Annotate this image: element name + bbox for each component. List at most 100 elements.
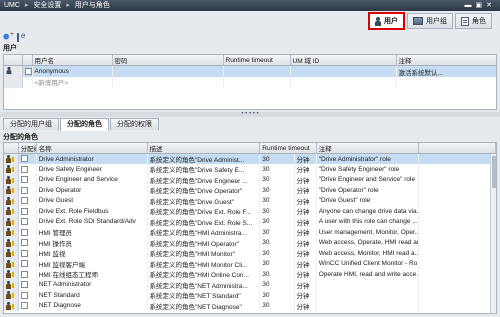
table-row[interactable]: HMI 监视 系统定义的角色"HMI Monitor" 30 分钟 Web access… [4, 248, 496, 259]
role-timeout-value-cell[interactable]: 30 [259, 237, 295, 248]
window-controls[interactable]: ▬▣✕ [465, 0, 496, 11]
tab-assigned-groups[interactable]: 分配的用户组 [3, 118, 59, 130]
role-description-cell[interactable]: 系统定义的角色"Drive Administ... [147, 153, 261, 164]
role-comment-cell[interactable]: "Drive Administrator" role [316, 153, 420, 164]
role-timeout-unit-cell[interactable]: 分钟 [294, 248, 317, 259]
checkbox[interactable] [20, 239, 28, 247]
table-row[interactable]: NET Administrator 系统定义的角色"NET Administra.… [4, 279, 496, 290]
table-row[interactable]: NET Diagnose 系统定义的角色"NET Diagnose" 30 分钟 [4, 300, 496, 311]
role-timeout-unit-cell[interactable]: 分钟 [294, 279, 317, 290]
role-name-cell[interactable]: HMI 监视客户端 [36, 258, 148, 269]
role-timeout-value-cell[interactable]: 30 [259, 195, 295, 206]
user-um-cell[interactable] [290, 65, 397, 77]
roles-scrollbar[interactable] [490, 154, 496, 313]
tab-roles[interactable]: 角色 [455, 13, 492, 29]
users-col-password[interactable]: 密码 [112, 55, 224, 66]
role-timeout-unit-cell[interactable]: 分钟 [294, 269, 317, 280]
role-comment-cell[interactable]: User management, Monitor, Oper... [316, 227, 420, 238]
role-assign-checkbox-cell[interactable] [18, 300, 37, 311]
checkbox[interactable] [20, 207, 28, 215]
user-timeout-cell[interactable] [223, 65, 291, 77]
role-description-cell[interactable]: 系统定义的角色"HMI Monitor" [147, 248, 261, 259]
role-assign-checkbox-cell[interactable] [18, 248, 37, 259]
role-timeout-value-cell[interactable]: 30 [259, 227, 295, 238]
table-row[interactable]: Anonymous 激活系统默认... [4, 65, 496, 77]
role-assign-checkbox-cell[interactable] [18, 269, 37, 280]
roles-col-timeout[interactable]: Runtime timeout [259, 143, 317, 154]
table-row[interactable]: <新增用户> [4, 77, 496, 88]
role-name-cell[interactable]: HMI 在线组态工程师 [36, 269, 148, 280]
add-new-user-cell[interactable]: <新增用户> [32, 77, 113, 88]
checkbox[interactable] [20, 155, 28, 163]
tab-user-groups[interactable]: 用户组 [407, 13, 453, 29]
role-description-cell[interactable]: 系统定义的角色"HMI Operator" [147, 237, 261, 248]
role-comment-cell[interactable]: WinCC Unified Client Monitor - Ro... [316, 258, 420, 269]
role-assign-checkbox-cell[interactable] [18, 153, 37, 164]
role-timeout-value-cell[interactable]: 30 [259, 185, 295, 196]
role-comment-cell[interactable]: "Drive Guest" role [316, 195, 420, 206]
roles-col-assigned[interactable]: 分配给 [18, 143, 37, 154]
role-comment-cell[interactable]: Anyone can change drive data via... [316, 206, 420, 217]
role-description-cell[interactable]: 系统定义的角色"NET Administra... [147, 279, 261, 290]
role-name-cell[interactable]: NET Diagnose [36, 300, 148, 311]
checkbox[interactable] [20, 186, 28, 194]
role-timeout-unit-cell[interactable]: 分钟 [294, 174, 317, 185]
user-row-checkbox[interactable] [22, 65, 33, 77]
role-name-cell[interactable]: NET Standard [36, 290, 148, 301]
role-comment-cell[interactable]: Web access, Operate, HMI read an... [316, 237, 420, 248]
role-assign-checkbox-cell[interactable] [18, 174, 37, 185]
role-timeout-value-cell[interactable]: 30 [259, 258, 295, 269]
role-description-cell[interactable]: 系统定义的角色"HMI Monitor Cli... [147, 258, 261, 269]
role-description-cell[interactable]: 系统定义的角色"Drive Safety E... [147, 164, 261, 175]
checkbox[interactable] [20, 228, 28, 236]
checkbox[interactable] [20, 218, 28, 226]
checkbox[interactable] [20, 302, 28, 310]
role-timeout-unit-cell[interactable]: 分钟 [294, 290, 317, 301]
table-row[interactable]: Drive Engineer and Service 系统定义的角色"Drive … [4, 174, 496, 185]
table-row[interactable]: NET Standard 系统定义的角色"NET Standard" 30 分钟 [4, 290, 496, 301]
role-comment-cell[interactable]: Web access, Monitor, HMI read a... [316, 248, 420, 259]
role-comment-cell[interactable] [316, 300, 420, 311]
table-row[interactable]: Drive Operator 系统定义的角色"Drive Operator" 30 分… [4, 185, 496, 196]
checkbox[interactable] [24, 67, 31, 75]
role-timeout-value-cell[interactable]: 30 [259, 216, 295, 227]
role-description-cell[interactable]: 系统定义的角色"Drive Guest" [147, 195, 261, 206]
role-timeout-value-cell[interactable]: 30 [259, 290, 295, 301]
role-description-cell[interactable]: 系统定义的角色"Drive Ext. Role F... [147, 206, 261, 217]
role-name-cell[interactable]: HMI 操作员 [36, 237, 148, 248]
role-name-cell[interactable]: Drive Ext. Role Fieldbus [36, 206, 148, 217]
role-name-cell[interactable]: HMI 监视 [36, 248, 148, 259]
checkbox[interactable] [20, 197, 28, 205]
role-assign-checkbox-cell[interactable] [18, 237, 37, 248]
role-timeout-unit-cell[interactable]: 分钟 [294, 216, 317, 227]
checkbox[interactable] [20, 281, 28, 289]
table-row[interactable]: HMI 管理员 系统定义的角色"HMI Administra... 30 分钟 User… [4, 227, 496, 238]
role-name-cell[interactable]: Drive Ext. Role SDI Standard/Adv [36, 216, 148, 227]
edit-columns-icon[interactable] [17, 31, 26, 42]
role-name-cell[interactable]: Drive Administrator [36, 153, 148, 164]
role-name-cell[interactable]: Drive Engineer and Service [36, 174, 148, 185]
role-name-cell[interactable]: Drive Safety Engineer [36, 164, 148, 175]
checkbox[interactable] [20, 291, 28, 299]
users-col-um-id[interactable]: UM 域 ID [290, 55, 397, 66]
role-assign-checkbox-cell[interactable] [18, 258, 37, 269]
role-timeout-value-cell[interactable]: 30 [259, 164, 295, 175]
role-comment-cell[interactable]: Operate HMI, read and write acce... [316, 269, 420, 280]
users-col-username[interactable]: 用户名 [32, 55, 113, 66]
role-assign-checkbox-cell[interactable] [18, 279, 37, 290]
users-col-timeout[interactable]: Runtime timeout [223, 55, 291, 66]
role-name-cell[interactable]: Drive Operator [36, 185, 148, 196]
table-row[interactable]: Drive Guest 系统定义的角色"Drive Guest" 30 分钟 "Driv… [4, 195, 496, 206]
role-timeout-unit-cell[interactable]: 分钟 [294, 153, 317, 164]
checkbox[interactable] [20, 165, 28, 173]
role-timeout-unit-cell[interactable]: 分钟 [294, 300, 317, 311]
pane-splitter[interactable]: • • • • • [0, 111, 500, 117]
role-comment-cell[interactable] [316, 290, 420, 301]
user-comment-cell[interactable]: 激活系统默认... [396, 65, 496, 77]
role-name-cell[interactable]: HMI 管理员 [36, 227, 148, 238]
role-description-cell[interactable]: 系统定义的角色"NET Diagnose" [147, 300, 261, 311]
role-comment-cell[interactable]: "Drive Safety Engineer" role [316, 164, 420, 175]
role-comment-cell[interactable] [316, 279, 420, 290]
role-timeout-unit-cell[interactable]: 分钟 [294, 258, 317, 269]
roles-col-name[interactable]: 名称 [36, 143, 148, 154]
